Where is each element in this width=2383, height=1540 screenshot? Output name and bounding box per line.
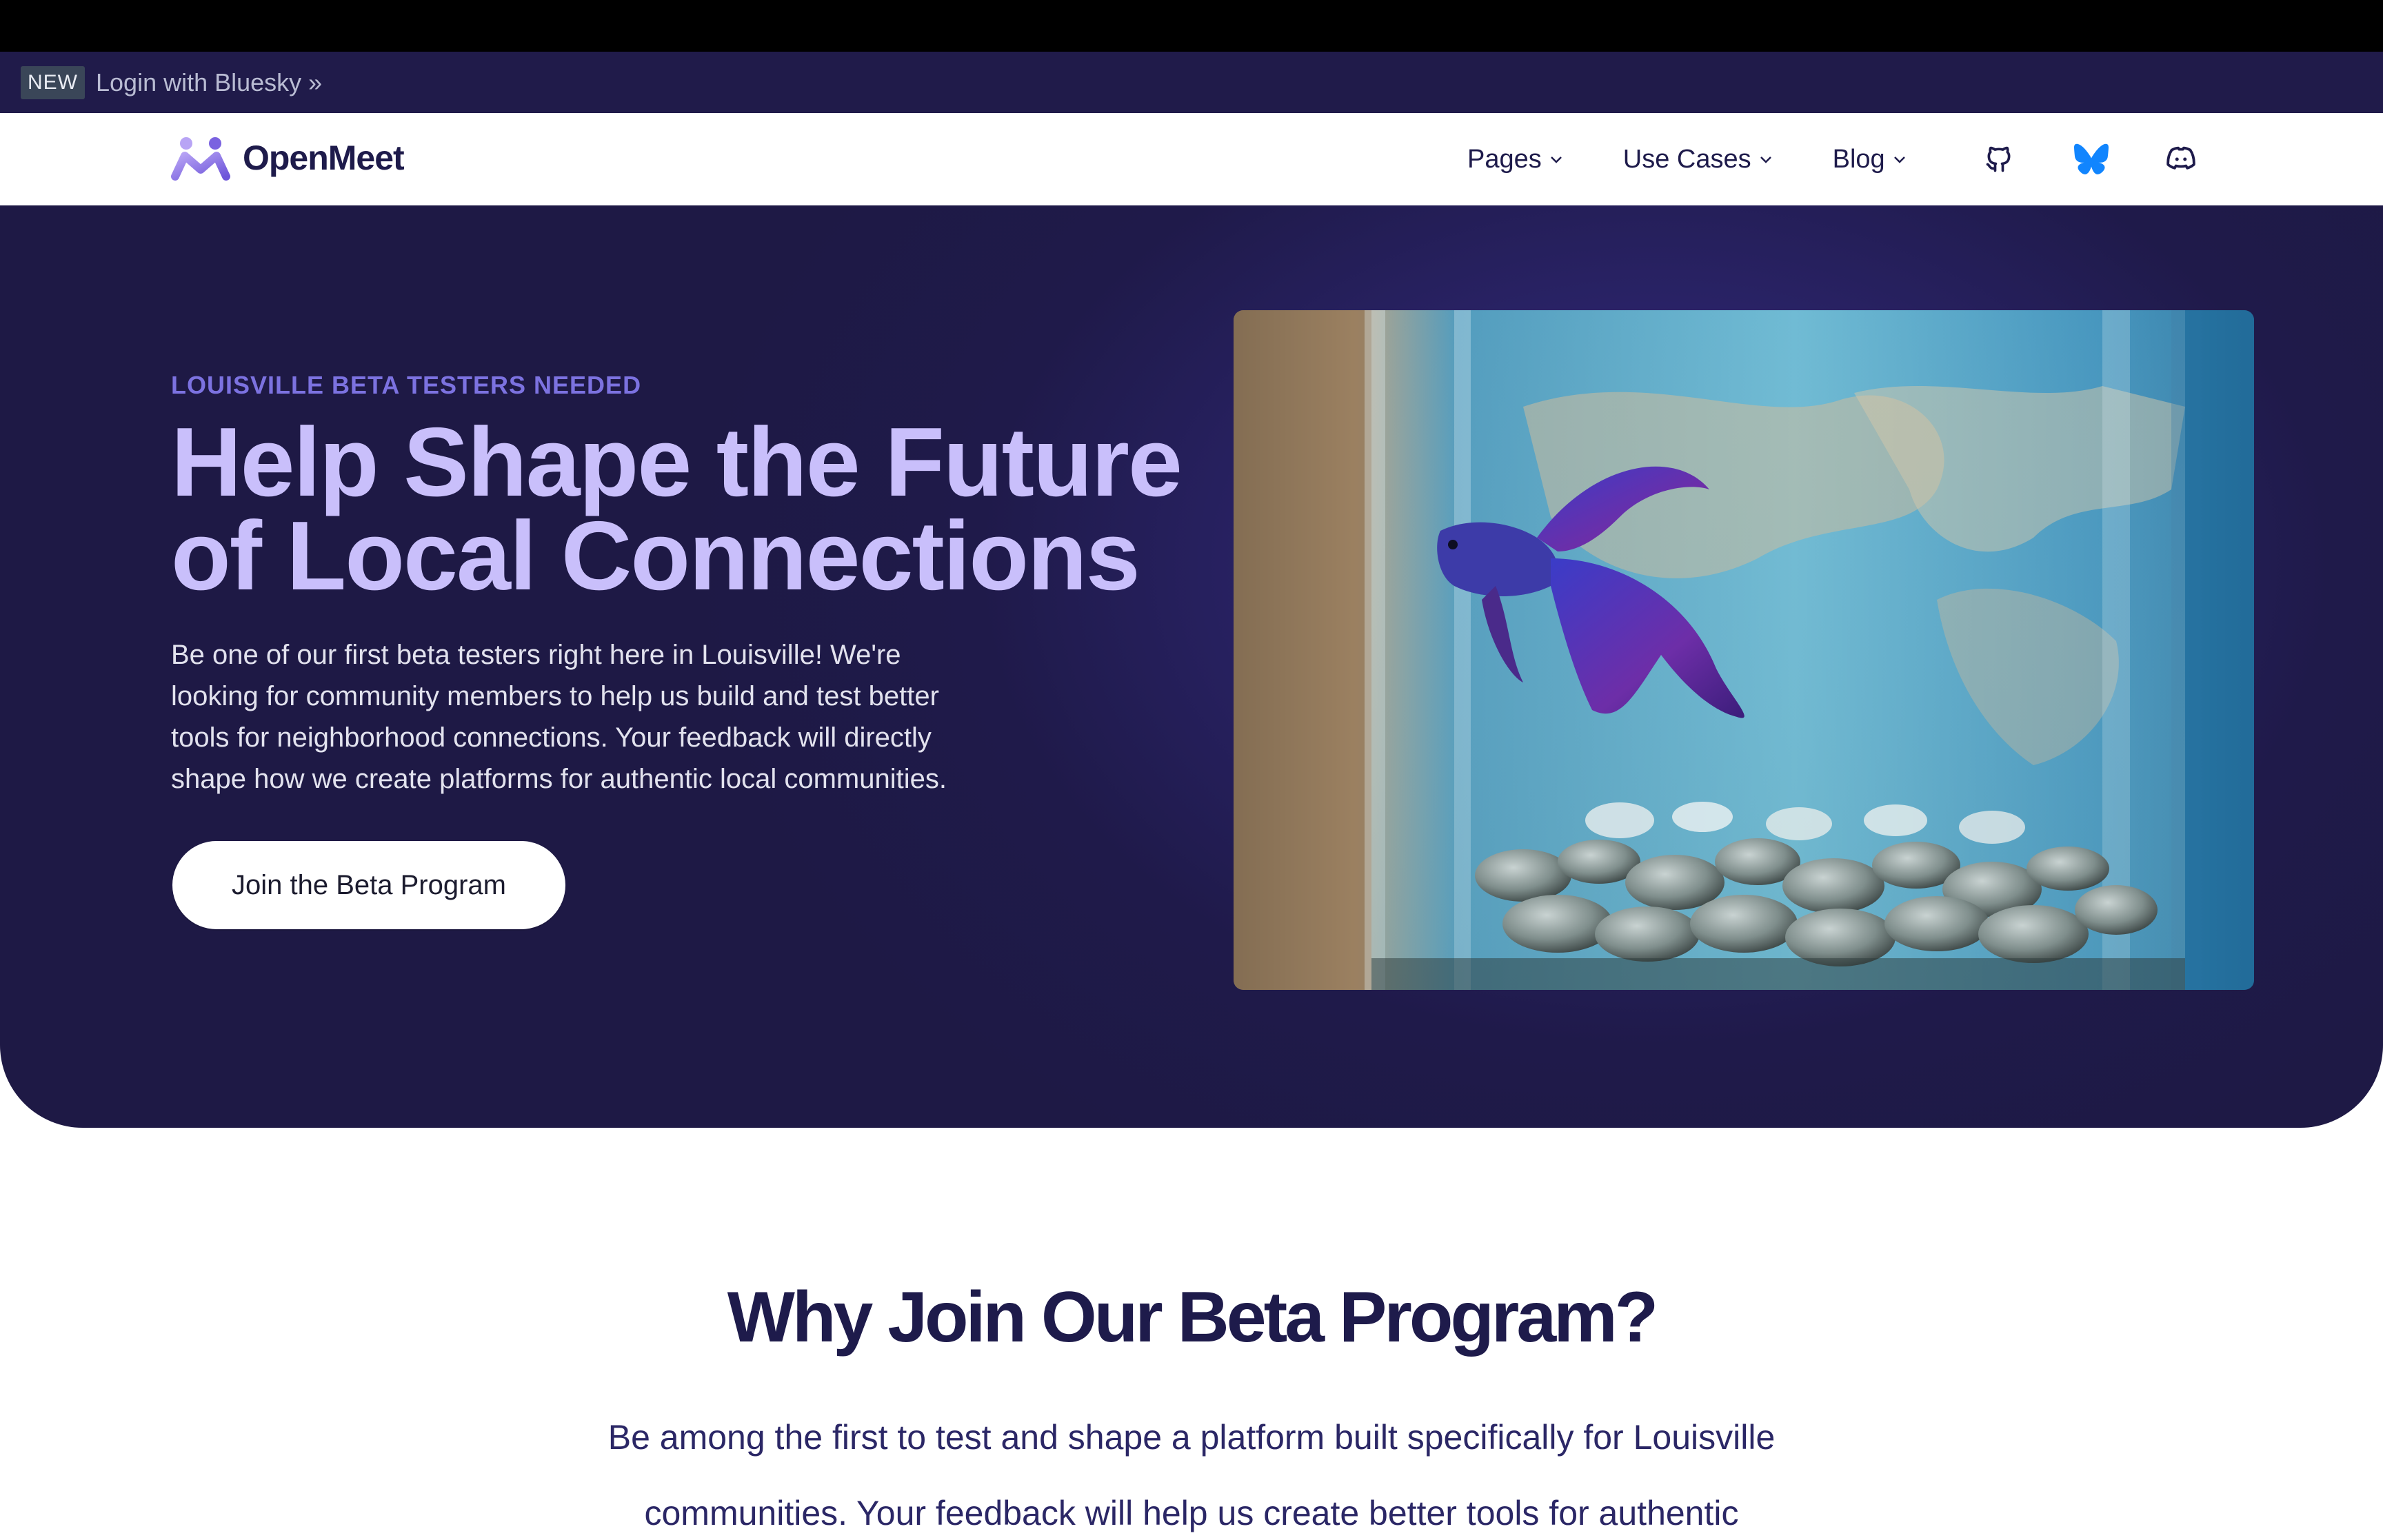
- social-icons-3: [2164, 113, 2198, 205]
- chevron-down-icon: [1760, 156, 1771, 163]
- hero-eyebrow: LOUISVILLE BETA TESTERS NEEDED: [171, 371, 642, 399]
- hero-headline: Help Shape the Future of Local Connectio…: [171, 407, 1183, 611]
- why-join-title: Why Join Our Beta Program?: [727, 1277, 1658, 1357]
- nav-item-label: Pages: [1467, 144, 1542, 174]
- github-icon[interactable]: [1982, 142, 2016, 176]
- announcement-bar[interactable]: NEW Login with Bluesky »: [0, 52, 2383, 113]
- main-navigation: OpenMeet Pages Use Cases Blog: [0, 113, 2383, 205]
- hero-intro: Be one of our first beta testers right h…: [171, 640, 947, 794]
- hero-section: LOUISVILLE BETA TESTERS NEEDED Help Shap…: [0, 205, 2383, 1128]
- chevron-down-icon: [1893, 156, 1905, 163]
- why-join-body: Be among the first to test and shape a p…: [607, 1418, 1776, 1532]
- brand-logo[interactable]: OpenMeet: [171, 134, 405, 182]
- nav-item-label: Use Cases: [1622, 144, 1751, 174]
- login-bluesky-link[interactable]: Login with Bluesky »: [96, 68, 322, 97]
- nav-menu: Pages Use Cases Blog: [1467, 113, 1967, 205]
- new-badge: NEW: [21, 65, 85, 99]
- bluesky-icon[interactable]: [2074, 142, 2109, 176]
- browser-top-bar: [0, 0, 2383, 52]
- nav-item-pages[interactable]: Pages: [1467, 145, 1564, 174]
- social-icons: [1982, 113, 2016, 205]
- discord-icon[interactable]: [2164, 142, 2198, 176]
- hero-image-betta-fish: [1234, 310, 2254, 990]
- chevron-down-icon: [1550, 156, 1562, 163]
- nav-item-use-cases[interactable]: Use Cases: [1623, 145, 1773, 174]
- nav-item-label: Blog: [1832, 144, 1885, 174]
- openmeet-logo-icon: [171, 137, 230, 181]
- social-icons-2: [2074, 113, 2109, 205]
- brand-name: OpenMeet: [243, 139, 405, 177]
- nav-item-blog[interactable]: Blog: [1833, 145, 1907, 174]
- join-beta-button[interactable]: Join the Beta Program: [172, 841, 565, 929]
